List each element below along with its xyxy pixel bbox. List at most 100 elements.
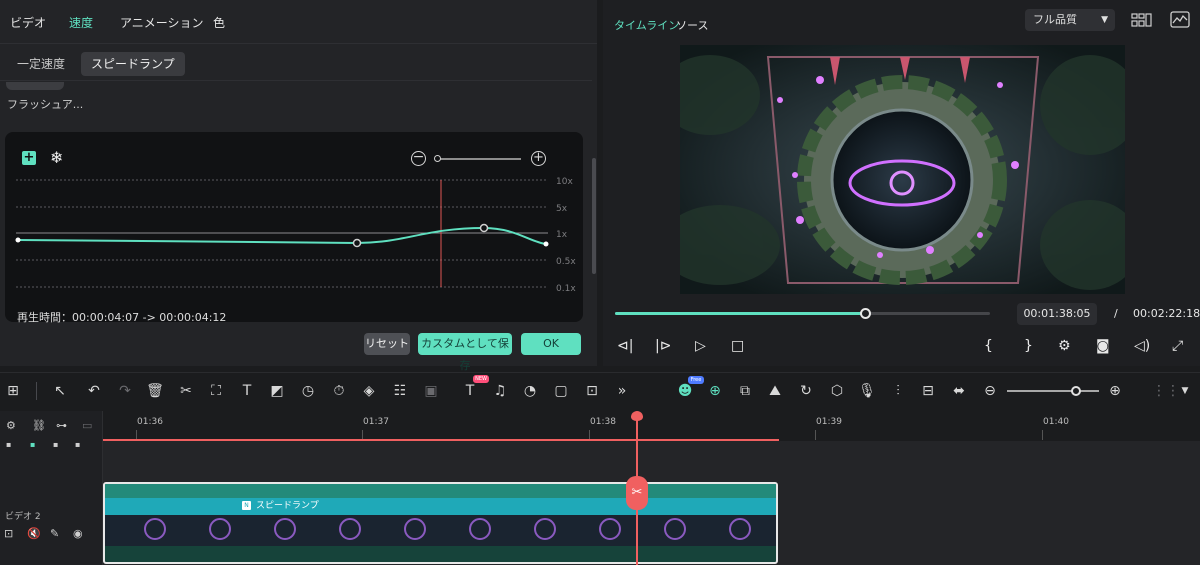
time-ruler[interactable] <box>103 411 1200 441</box>
mic-icon[interactable]: 🎙 <box>858 383 876 399</box>
scopes-icon[interactable] <box>1170 11 1190 29</box>
tab-speed[interactable]: 速度 <box>69 14 93 31</box>
panel-scrollbar[interactable] <box>592 158 596 274</box>
crop-icon[interactable]: ⛶ <box>207 383 225 399</box>
fit-icon[interactable]: ⬌ <box>950 383 968 399</box>
curve-zoom-knob[interactable] <box>434 155 441 162</box>
timeline-zoom-in-icon[interactable]: ⊕ <box>1106 383 1124 399</box>
timeline-zoom-out-icon[interactable]: ⊖ <box>981 383 999 399</box>
curve-label-1x: 1x <box>556 230 568 240</box>
mark-in-icon[interactable]: { <box>984 338 993 354</box>
track-edit-icon[interactable]: ✎ <box>50 527 59 540</box>
undo-icon[interactable]: ↶ <box>85 383 103 399</box>
track-manage-icon[interactable]: ▭ <box>82 419 92 432</box>
clip-speed-icon: N <box>242 501 251 510</box>
grid-view-icon[interactable] <box>1131 12 1153 28</box>
zoom-out-icon[interactable]: − <box>411 150 426 166</box>
upper-track-audio-icon[interactable]: ▪ <box>30 440 35 449</box>
curve-label-01x: 0.1x <box>556 284 576 294</box>
ruler-label: 01:37 <box>363 417 389 427</box>
quality-dropdown[interactable]: フル品質 ▼ <box>1025 9 1115 31</box>
track-layout-icon[interactable]: ⋮⋮ <box>1152 383 1180 399</box>
track-lock-icon[interactable]: ⊡ <box>4 527 13 540</box>
ai-text-icon[interactable]: T <box>461 383 479 399</box>
timer-icon[interactable]: ⏱ <box>330 383 348 399</box>
ai-copilot-icon[interactable]: ☻ <box>676 383 694 399</box>
speed-curve-line <box>17 226 547 245</box>
cut-icon[interactable]: ✂ <box>177 383 195 399</box>
stabilize-icon[interactable]: ▣ <box>422 383 440 399</box>
play-icon[interactable]: ▷ <box>695 338 706 354</box>
split-scene-icon[interactable]: ⊕ <box>706 383 724 399</box>
next-frame-icon[interactable]: |⊳ <box>655 338 671 354</box>
freeze-snowflake-icon[interactable]: ❄ <box>50 148 63 167</box>
curve-zoom-slider[interactable] <box>437 158 521 160</box>
curve-label-10x: 10x <box>556 177 573 187</box>
upper-track-eye-icon[interactable]: ▪ <box>75 440 80 449</box>
volume-icon[interactable]: ◁) <box>1134 338 1150 354</box>
sticker-icon[interactable]: ⧉ <box>736 383 754 399</box>
mixer-icon[interactable]: ⫶ <box>889 383 907 399</box>
track-settings-icon[interactable]: ⚙ <box>6 419 16 432</box>
unlink-icon[interactable]: ⛓ <box>32 419 46 432</box>
tab-animation[interactable]: アニメーション <box>120 14 204 31</box>
speed-icon[interactable]: ◷ <box>299 383 317 399</box>
speed-curve-graph[interactable]: 10x 5x 1x 0.5x 0.1x <box>5 170 583 295</box>
motion-track-icon[interactable]: ⊡ <box>583 383 601 399</box>
pip-icon[interactable]: ⊟ <box>919 383 937 399</box>
timeline-zoom-slider[interactable] <box>1007 390 1099 392</box>
more-tools-icon[interactable]: » <box>613 383 631 399</box>
tab-timeline[interactable]: タイムライン <box>614 17 679 33</box>
zoom-in-icon[interactable]: + <box>531 151 546 166</box>
upper-track-edit-icon[interactable]: ▪ <box>53 440 58 449</box>
previous-frame-icon[interactable]: ⊲| <box>617 338 633 354</box>
save-as-custom-button[interactable]: カスタムとして保存 <box>418 333 512 372</box>
curve-point <box>352 238 362 248</box>
video-clip[interactable]: N スピードランプ <box>103 482 778 564</box>
fullscreen-icon[interactable]: ⤢ <box>1172 338 1183 354</box>
delete-icon[interactable]: 🗑 <box>146 383 164 399</box>
audio-ai-icon[interactable]: ◔ <box>521 383 539 399</box>
tab-color[interactable]: 色 <box>213 14 225 31</box>
image-edit-icon[interactable]: ⛰ <box>766 383 784 399</box>
total-timecode: 00:02:22:18 <box>1133 307 1200 320</box>
text-icon[interactable]: T <box>238 383 256 399</box>
color-match-icon[interactable]: ◈ <box>360 383 378 399</box>
music-icon[interactable]: ♫ <box>491 383 509 399</box>
playhead-handle[interactable] <box>631 411 643 421</box>
track-mute-icon[interactable]: 🔇 <box>27 527 41 540</box>
tab-video[interactable]: ビデオ <box>10 14 46 31</box>
current-timecode[interactable]: 00:01:38:05 <box>1017 303 1097 325</box>
mask-icon[interactable]: ⬡ <box>828 383 846 399</box>
scissors-split-icon[interactable]: ✂ <box>626 476 648 510</box>
ok-button[interactable]: OK <box>521 333 581 355</box>
track-visibility-eye-icon[interactable]: ◉ <box>73 527 83 540</box>
free-badge: Free <box>688 376 704 384</box>
reverse-icon[interactable]: ↻ <box>797 383 815 399</box>
reset-button[interactable]: リセット <box>364 333 410 355</box>
redo-icon[interactable]: ↷ <box>116 383 134 399</box>
add-keyframe-button[interactable]: + <box>22 151 36 165</box>
preset-thumbnail[interactable] <box>6 82 64 90</box>
playtime-text: 再生時間：00:00:04:07 -> 00:00:04:12 <box>17 311 227 324</box>
subtab-speed-ramp[interactable]: スピードランプ <box>81 52 185 76</box>
stop-icon[interactable]: □ <box>731 338 744 354</box>
shape-icon[interactable]: ◩ <box>268 383 286 399</box>
adjust-icon[interactable]: ☷ <box>391 383 409 399</box>
snapshot-icon[interactable]: ◙ <box>1096 338 1110 354</box>
layout-grid-icon[interactable]: ⊞ <box>4 383 22 399</box>
select-pointer-icon[interactable]: ↖ <box>51 383 69 399</box>
toolbar-divider <box>36 382 37 400</box>
render-settings-icon[interactable]: ⚙ <box>1058 338 1071 354</box>
tab-source[interactable]: ソース <box>676 17 708 33</box>
timecode-separator: / <box>1114 307 1118 320</box>
screen-record-icon[interactable]: ▢ <box>552 383 570 399</box>
link-icon[interactable]: ⊶ <box>56 419 67 432</box>
subtab-constant-speed[interactable]: 一定速度 <box>7 52 75 76</box>
curve-label-5x: 5x <box>556 204 568 214</box>
curve-point <box>479 223 489 233</box>
toolbar-menu-chevron-icon[interactable]: ▼ <box>1176 386 1194 396</box>
upper-track-lock-icon[interactable]: ▪ <box>6 440 11 449</box>
mark-out-icon[interactable]: } <box>1024 338 1033 354</box>
timeline-zoom-knob[interactable] <box>1071 386 1081 396</box>
